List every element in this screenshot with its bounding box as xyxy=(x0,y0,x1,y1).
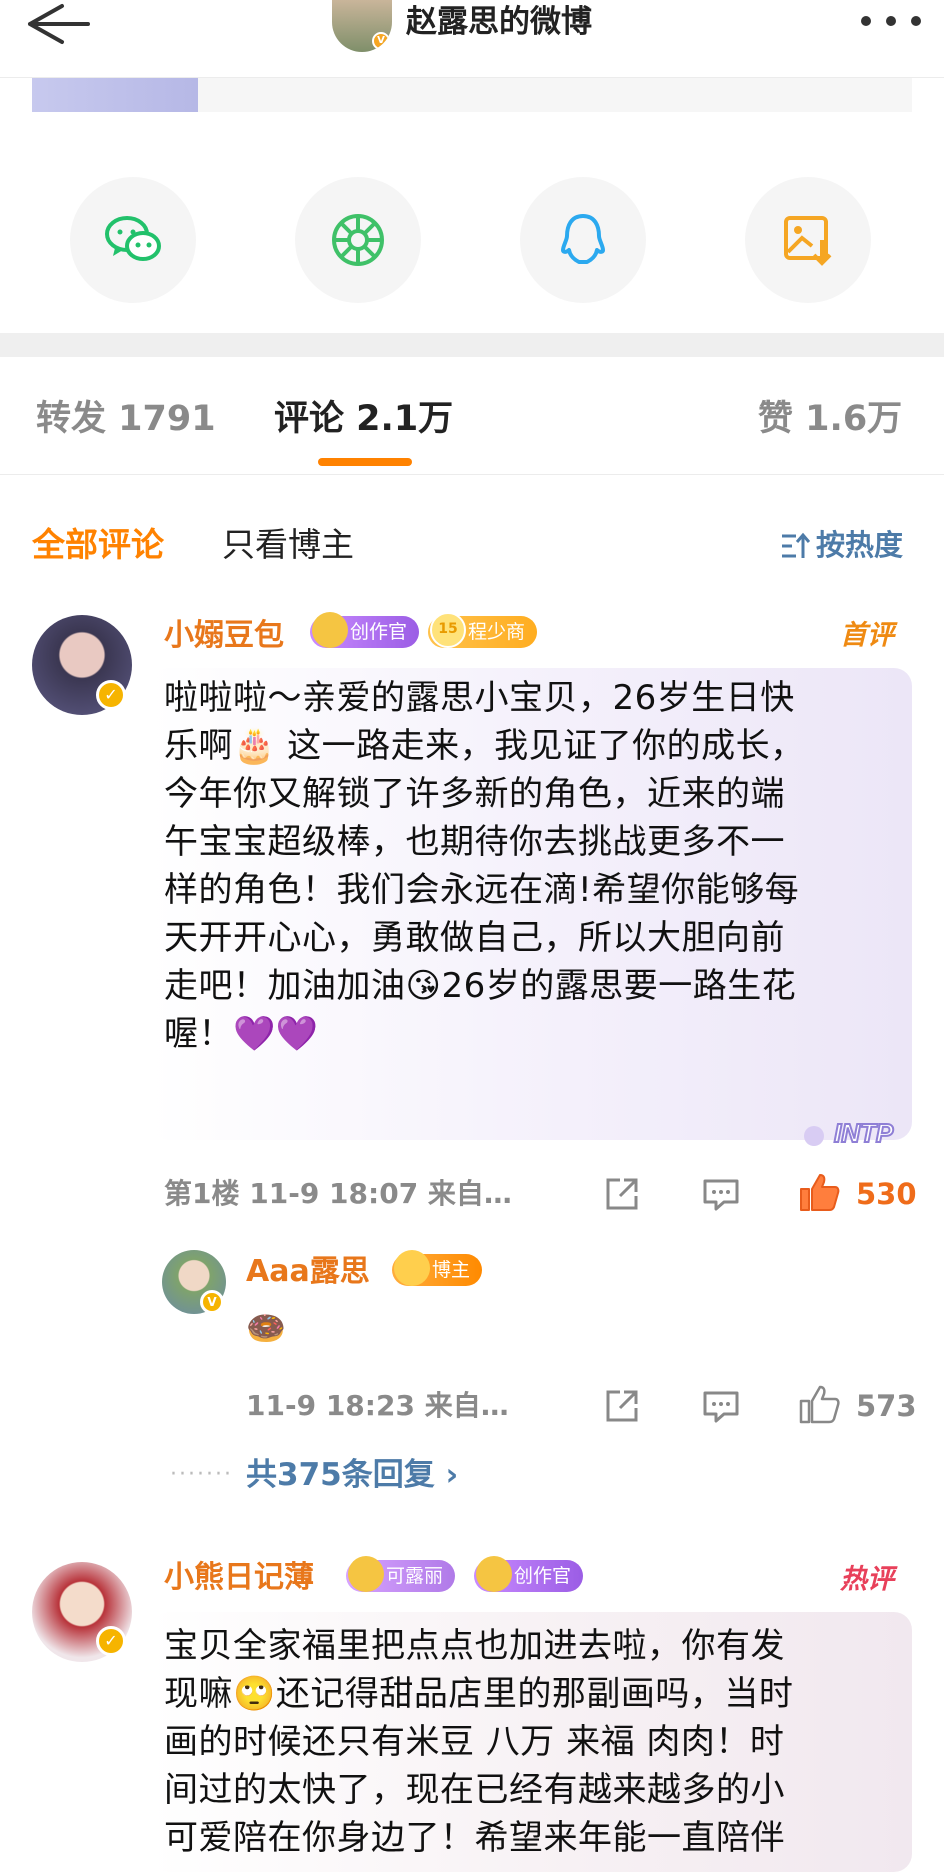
comment-line: 现嘛🙄还记得甜品店里的那副画吗，当时 xyxy=(164,1674,794,1714)
fan-badge[interactable]: 15 程少商 xyxy=(428,612,538,648)
comment-line: 乐啊🎂 这一路走来，我见证了你的成长， xyxy=(164,726,805,766)
fan-level-icon: 15 xyxy=(430,612,466,648)
reply-author-name[interactable]: Aaa露思 xyxy=(246,1250,370,1294)
comment-line: 间过的太快了，现在已经有越来越多的小 xyxy=(164,1770,785,1810)
repost-icon[interactable] xyxy=(604,1176,640,1212)
share-qq-button[interactable] xyxy=(520,177,646,303)
save-image-button[interactable] xyxy=(745,177,871,303)
page-title: 赵露思的微博 xyxy=(406,4,592,40)
owner-badge: 博主 xyxy=(392,1250,483,1286)
creator-badge-icon xyxy=(312,612,348,648)
creator-badge[interactable]: 创作官 xyxy=(474,1556,584,1592)
qq-icon xyxy=(561,214,605,264)
filter-all-comments[interactable]: 全部评论 xyxy=(32,522,164,568)
like-filled-icon[interactable] xyxy=(798,1172,840,1212)
comment-icon[interactable] xyxy=(702,1390,740,1424)
like-icon[interactable] xyxy=(798,1384,840,1424)
sort-by-hot-button[interactable]: 按热度 xyxy=(780,522,912,568)
share-moments-button[interactable] xyxy=(295,177,421,303)
first-comment-tag: 首评 xyxy=(840,620,894,651)
bubble-sticker: INTP xyxy=(790,1100,930,1156)
comment-line: 画的时候还只有米豆 八万 来福 肉肉！时 xyxy=(164,1722,785,1762)
creator-badge-icon xyxy=(476,1556,512,1592)
view-more-replies-link[interactable]: 共375条回复 › xyxy=(246,1452,458,1498)
comment-line: 宝贝全家福里把点点也加进去啦，你有发 xyxy=(164,1626,785,1666)
wechat-icon xyxy=(105,216,161,261)
comment-line: 午宝宝超级棒，也期待你去挑战更多不一 xyxy=(164,822,785,862)
comment-icon[interactable] xyxy=(702,1178,740,1212)
tab-comments[interactable]: 评论 2.1万 xyxy=(274,394,453,444)
verified-badge-icon: ✓ xyxy=(96,680,126,710)
sort-label: 按热度 xyxy=(816,528,904,562)
reply-meta: 11-9 18:23 来自… xyxy=(246,1389,509,1422)
like-count: 530 xyxy=(856,1177,917,1211)
share-wechat-button[interactable] xyxy=(70,177,196,303)
crown-icon xyxy=(394,1250,430,1286)
save-image-icon xyxy=(784,216,832,266)
repost-icon[interactable] xyxy=(604,1388,640,1424)
crown-icon xyxy=(348,1556,384,1592)
arrow-left-icon[interactable] xyxy=(22,2,92,50)
fan-badge[interactable]: 可露丽 xyxy=(346,1556,456,1592)
more-dots-icon[interactable] xyxy=(856,6,926,36)
moments-icon xyxy=(332,214,384,266)
comment-meta: 第1楼 11-9 18:07 来自… xyxy=(164,1177,512,1210)
thread-dots: ······· xyxy=(170,1462,233,1487)
section-divider xyxy=(0,333,944,357)
commenter-name[interactable]: 小嫋豆包 xyxy=(164,614,284,658)
comment-line: 今年你又解锁了许多新的角色，近来的端 xyxy=(164,774,785,814)
active-tab-indicator xyxy=(318,458,412,466)
creator-badge[interactable]: 创作官 xyxy=(310,612,420,648)
comment-text[interactable]: 啦啦啦～亲爱的露思小宝贝，26岁生日快 乐啊🎂 这一路走来，我见证了你的成长， … xyxy=(164,674,904,1058)
verified-badge-icon: V xyxy=(200,1290,224,1314)
hot-comment-tag: 热评 xyxy=(840,1564,894,1595)
comment-line: 天开开心心，勇敢做自己，所以大胆向前 xyxy=(164,918,785,958)
reply-like-count: 573 xyxy=(856,1389,917,1423)
tabs-divider xyxy=(0,474,944,475)
commenter-name[interactable]: 小熊日记薄 xyxy=(164,1556,314,1600)
svg-text:INTP: INTP xyxy=(834,1118,894,1148)
post-image-thumbnail[interactable] xyxy=(32,78,198,112)
tab-repost[interactable]: 转发 1791 xyxy=(36,394,216,444)
reply-emoji: 🍩 xyxy=(246,1309,286,1347)
comment-line: 可爱陪在你身边了！希望来年能一直陪伴 xyxy=(164,1818,785,1858)
header-avatar[interactable]: V xyxy=(332,0,392,52)
comment-text[interactable]: 宝贝全家福里把点点也加进去啦，你有发 现嘛🙄还记得甜品店里的那副画吗，当时 画的… xyxy=(164,1622,904,1862)
verified-badge-icon: V xyxy=(372,32,390,50)
comment-line: 样的角色！我们会永远在滴!希望你能够每 xyxy=(164,870,800,910)
comment-line: 走吧！加油加油😘26岁的露思要一路生花 xyxy=(164,966,797,1006)
intp-sticker-icon: INTP xyxy=(804,1117,895,1149)
verified-badge-icon: ✓ xyxy=(96,1626,126,1656)
comment-line: 啦啦啦～亲爱的露思小宝贝，26岁生日快 xyxy=(164,678,795,718)
filter-owner-only[interactable]: 只看博主 xyxy=(222,522,354,568)
sort-icon xyxy=(782,532,810,558)
comment-line: 喔！💜💜 xyxy=(164,1014,319,1054)
tab-likes[interactable]: 赞 1.6万 xyxy=(758,394,902,444)
